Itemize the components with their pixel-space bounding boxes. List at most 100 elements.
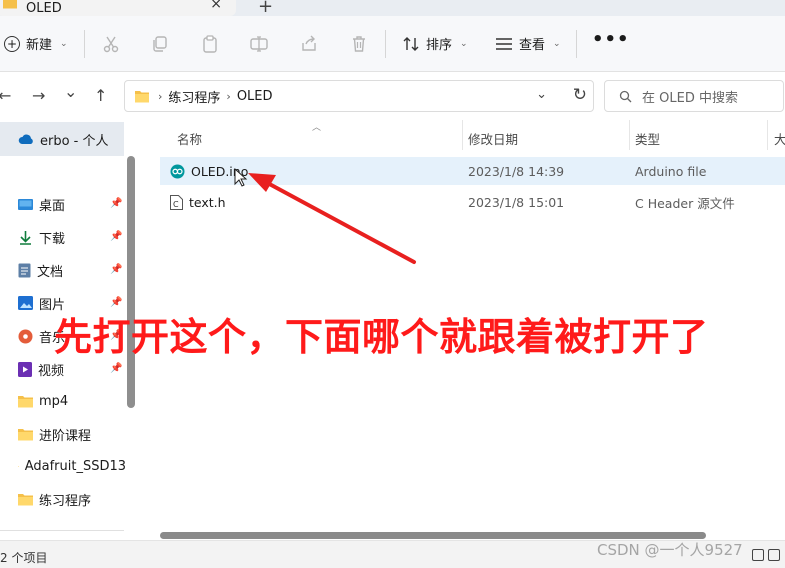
file-type: Arduino file (635, 163, 707, 179)
file-name: text.h (189, 194, 226, 210)
svg-text:C: C (173, 200, 179, 209)
folder-icon (135, 91, 149, 103)
table-row[interactable]: OLED.ino 2023/1/8 14:39 Arduino file (160, 157, 785, 185)
forward-button[interactable]: → (32, 86, 45, 105)
sidebar-item-label: 练习程序 (39, 493, 92, 509)
videos-icon (18, 361, 32, 377)
sidebar-item-label: erbo - 个人 (40, 133, 109, 149)
paste-icon[interactable] (201, 35, 219, 53)
music-icon (18, 329, 33, 343)
column-divider[interactable] (767, 120, 768, 150)
chevron-down-icon: ⌄ (553, 38, 561, 49)
pin-icon[interactable]: 📌 (110, 264, 122, 275)
toolbar-divider (84, 30, 85, 58)
file-name-cell: C text.h (170, 194, 226, 210)
toolbar-divider (576, 30, 577, 58)
new-tab-button[interactable]: + (258, 0, 273, 17)
search-placeholder: 在 OLED 中搜索 (642, 90, 738, 106)
sidebar-item-label: 视频 (38, 363, 65, 379)
toolbar-divider (385, 30, 386, 58)
rename-icon[interactable] (250, 35, 268, 53)
chevron-down-icon[interactable]: ⌄ (536, 87, 547, 102)
folder-icon (18, 395, 33, 407)
up-button[interactable]: ↑ (94, 86, 107, 105)
sidebar-item-practice-programs[interactable]: 练习程序 (18, 488, 126, 510)
share-icon[interactable] (300, 35, 318, 53)
tiles-view-button[interactable] (768, 549, 780, 561)
column-divider[interactable] (462, 120, 463, 150)
folder-icon (18, 465, 19, 467)
command-bar: + 新建 ⌄ 排序 ⌄ 查看 ⌄ ••• (0, 16, 785, 72)
sidebar-scrollbar[interactable] (127, 156, 135, 408)
breadcrumb-item[interactable]: OLED (237, 89, 273, 104)
new-button[interactable]: + 新建 ⌄ (4, 34, 68, 53)
documents-icon (18, 263, 31, 277)
cut-icon[interactable] (102, 35, 120, 53)
plus-icon: + (4, 35, 20, 52)
tab-title: OLED (26, 0, 62, 16)
tab-close-icon[interactable]: × (210, 0, 222, 12)
sort-button[interactable]: 排序 ⌄ (402, 34, 468, 53)
breadcrumb-item[interactable]: 练习程序 (168, 87, 220, 106)
sort-icon (403, 36, 419, 51)
item-count: 2 个项目 (0, 551, 48, 565)
view-button[interactable]: 查看 ⌄ (495, 34, 561, 53)
pin-icon[interactable]: 📌 (110, 198, 122, 209)
sidebar-item-advanced-course[interactable]: 进阶课程 (18, 423, 126, 445)
sort-label: 排序 (426, 38, 453, 53)
annotation-text: 先打开这个，下面哪个就跟着被打开了 (54, 315, 709, 359)
cloud-icon (18, 134, 33, 144)
sidebar-divider (0, 530, 124, 531)
folder-icon (18, 493, 33, 505)
sidebar-item-label: 桌面 (39, 198, 66, 214)
column-divider[interactable] (629, 120, 630, 150)
download-icon (20, 230, 31, 245)
view-toggle-group (752, 549, 780, 561)
back-button[interactable]: ← (0, 86, 11, 105)
tab-oled[interactable]: OLED × (0, 0, 236, 16)
title-bar: OLED × + (0, 0, 785, 17)
new-label: 新建 (26, 38, 53, 53)
column-header-name[interactable]: 名称 (177, 129, 202, 148)
folder-icon (3, 0, 17, 9)
pictures-icon (18, 296, 33, 310)
pin-icon[interactable]: 📌 (110, 231, 122, 242)
file-date: 2023/1/8 15:01 (468, 194, 565, 210)
pin-icon[interactable]: 📌 (110, 363, 122, 374)
recent-locations-button[interactable]: ⌄ (64, 82, 77, 101)
address-bar[interactable]: › 练习程序 › OLED ⌄ ↻ (124, 80, 594, 112)
table-row[interactable]: C text.h 2023/1/8 15:01 C Header 源文件 (160, 188, 785, 216)
sidebar-item-label: mp4 (39, 393, 69, 409)
column-header-date[interactable]: 修改日期 (468, 129, 518, 148)
breadcrumb-chevron-icon: › (226, 89, 231, 103)
sidebar-item-mp4[interactable]: mp4 (18, 390, 126, 412)
horizontal-scrollbar[interactable] (160, 532, 706, 539)
details-view-button[interactable] (752, 549, 764, 561)
breadcrumb-chevron-icon: › (158, 89, 163, 103)
arduino-icon (170, 164, 185, 178)
view-label: 查看 (519, 38, 546, 53)
chevron-down-icon: ⌄ (60, 38, 68, 49)
sidebar-item-adafruit[interactable]: Adafruit_SSD13 (18, 455, 126, 477)
mouse-cursor-icon (234, 168, 248, 187)
column-header-size[interactable]: 大 (774, 129, 785, 148)
refresh-icon[interactable]: ↻ (573, 85, 587, 105)
copy-icon[interactable] (151, 35, 169, 53)
file-date: 2023/1/8 14:39 (468, 163, 565, 179)
sidebar-item-onedrive[interactable]: erbo - 个人 (0, 122, 124, 156)
address-row: ← → ⌄ ↑ › 练习程序 › OLED ⌄ ↻ 在 OLED 中搜索 (0, 72, 785, 120)
column-header-type[interactable]: 类型 (635, 129, 660, 148)
sort-ascending-icon: ︿ (312, 123, 322, 133)
sidebar-item-label: 下载 (39, 231, 66, 247)
delete-icon[interactable] (350, 35, 368, 53)
folder-icon (18, 428, 33, 440)
watermark: CSDN @一个人9527 (597, 541, 743, 559)
chevron-down-icon: ⌄ (460, 38, 468, 49)
more-options-button[interactable]: ••• (592, 29, 630, 50)
search-icon (619, 90, 632, 102)
sidebar-item-label: 进阶课程 (39, 428, 92, 444)
c-header-icon: C (170, 194, 183, 210)
sidebar-item-label: Adafruit_SSD13 (24, 458, 126, 474)
desktop-icon (18, 198, 33, 210)
search-input[interactable]: 在 OLED 中搜索 (604, 80, 784, 112)
